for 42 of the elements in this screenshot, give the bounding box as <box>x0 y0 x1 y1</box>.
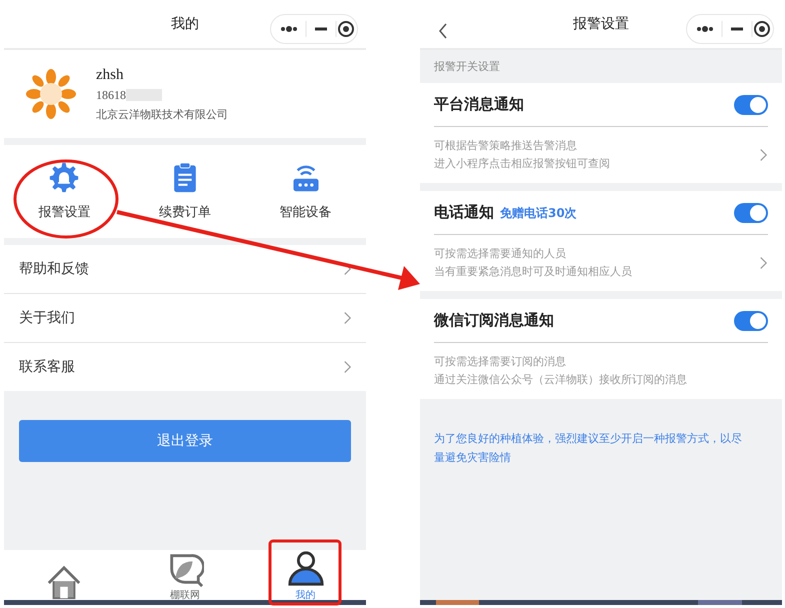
description-text: 通过关注微信公众号（云洋物联）接收所订阅的消息 <box>434 372 687 388</box>
capsule-menu-icon <box>686 14 774 44</box>
toggle-switch[interactable] <box>734 310 768 330</box>
chevron-icon <box>759 148 768 162</box>
shortcut-button[interactable]: 续费订单 <box>124 145 246 238</box>
chevron-icon <box>759 256 768 270</box>
toggle-switch[interactable] <box>734 94 768 114</box>
page-title: 我的 <box>171 15 199 33</box>
company-name: 北京云洋物联技术有限公司 <box>96 106 228 122</box>
back-icon <box>438 23 448 39</box>
capsule-menu-icon <box>270 14 358 44</box>
menu-item[interactable]: 联系客服 <box>4 343 366 391</box>
setting-title: 电话通知 <box>434 203 494 222</box>
menu-label: 联系客服 <box>19 358 75 376</box>
setting-title: 微信订阅消息通知 <box>434 311 554 330</box>
menu-item[interactable]: 帮助和反馈 <box>4 245 366 294</box>
page-title: 报警设置 <box>573 15 629 33</box>
menu-label: 帮助和反馈 <box>19 260 89 278</box>
avatar-icon <box>26 69 76 119</box>
description-text: 进入小程序点击相应报警按钮可查阅 <box>434 156 610 172</box>
chevron-icon <box>343 360 352 374</box>
description-text: 可按需选择需要通知的人员 <box>434 246 567 262</box>
gear-bell-icon <box>49 162 80 193</box>
description-text: 可按需选择需要订阅的消息 <box>434 354 567 370</box>
tab[interactable]: 我的 <box>245 550 366 603</box>
hint-text: 为了您良好的种植体验，强烈建议至少开启一种报警方式，以尽量避免灾害险情 <box>434 431 743 466</box>
shortcut-button[interactable]: 智能设备 <box>245 145 366 238</box>
toggle-switch[interactable] <box>734 202 768 222</box>
description-text: 可根据告警策略推送告警消息 <box>434 138 578 154</box>
logout-button[interactable]: 退出登录 <box>19 420 351 462</box>
section-label: 报警开关设置 <box>433 59 501 75</box>
setting-title: 平台消息通知 <box>434 95 524 114</box>
chevron-icon <box>343 311 352 325</box>
tab[interactable]: 棚联网 <box>124 550 246 603</box>
shortcut-button[interactable]: 报警设置 <box>4 145 125 238</box>
menu-label: 关于我们 <box>19 309 75 327</box>
phone-number: 18618 <box>96 88 126 102</box>
user-name: zhsh <box>96 66 124 84</box>
promo-label: 免赠电话30次 <box>500 205 577 222</box>
description-text: 当有重要紧急消息时可及时通知相应人员 <box>434 264 632 280</box>
user-icon <box>286 550 325 588</box>
menu-item[interactable]: 关于我们 <box>4 294 366 343</box>
